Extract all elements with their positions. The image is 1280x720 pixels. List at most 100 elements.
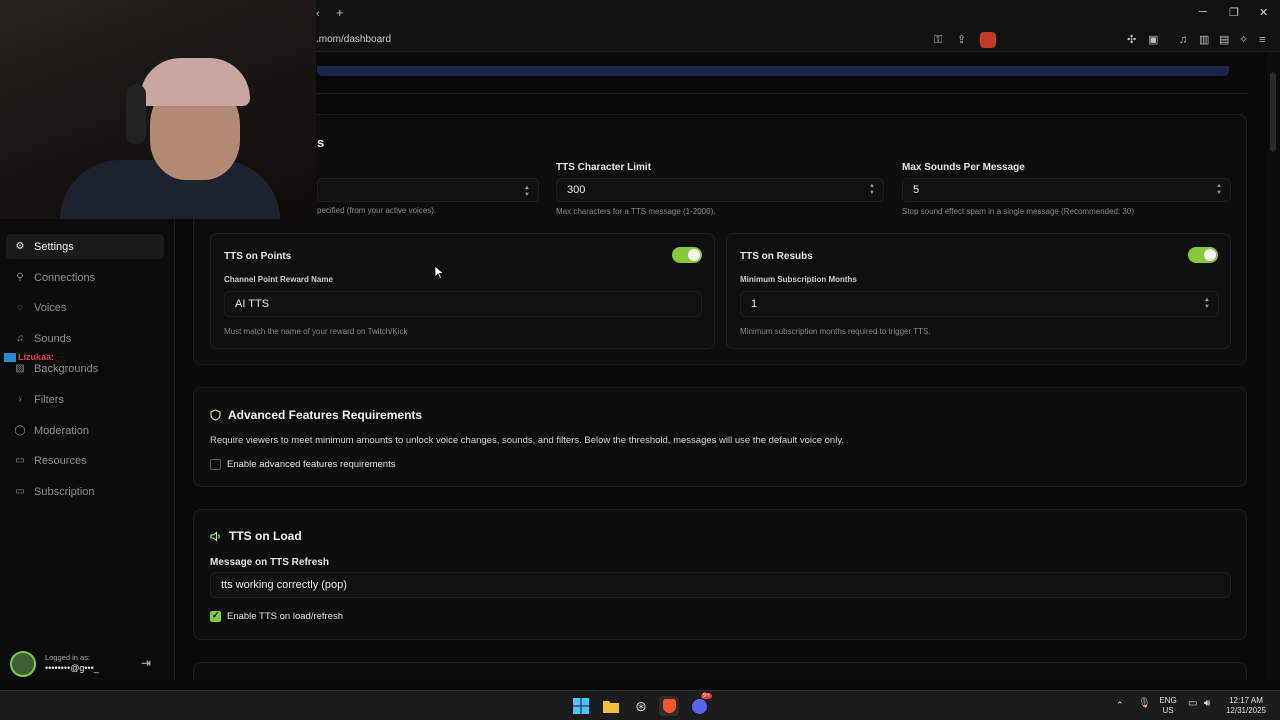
volume-icon[interactable]: 🔊︎ <box>1204 699 1210 709</box>
max-sounds-help: Stop sound effect spam in a single messa… <box>902 207 1134 216</box>
tts-resubs-toggle[interactable] <box>1188 247 1218 263</box>
refresh-message-label: Message on TTS Refresh <box>210 557 329 568</box>
clock-date: 12/31/2025 <box>1225 706 1267 715</box>
extensions-icon[interactable]: ✣ <box>1127 33 1136 47</box>
tray-chevron-icon[interactable]: ⌃ <box>1116 700 1124 710</box>
shield-icon <box>210 409 221 421</box>
book-icon: ▭ <box>15 455 25 466</box>
card-icon: ▭ <box>15 486 25 497</box>
min-months-help: Minimum subscription months required to … <box>740 327 931 336</box>
stepper-icon[interactable]: ▲ ▼ <box>1216 183 1222 197</box>
max-sounds-input[interactable]: 5 ▲ ▼ <box>902 178 1231 202</box>
network-icon[interactable]: ▭ <box>1188 699 1197 709</box>
speaker-icon <box>210 530 222 542</box>
sidebar-item-subscription[interactable]: ▭ Subscription <box>6 479 164 504</box>
min-months-value: 1 <box>751 298 758 310</box>
avatar[interactable] <box>10 651 36 677</box>
card-title: s <box>317 135 325 150</box>
tts-load-checkbox[interactable] <box>210 610 221 622</box>
minimize-icon[interactable]: ─ <box>1199 6 1207 18</box>
shield-icon: ◯ <box>14 425 26 436</box>
music-icon[interactable]: ♫ <box>1179 33 1187 47</box>
page-bottom <box>0 680 1280 690</box>
chevron-right-icon: › <box>18 394 22 405</box>
stepper-icon[interactable]: ▲ ▼ <box>869 183 875 197</box>
sidebar-item-sounds[interactable]: ♫ Sounds <box>6 326 164 351</box>
app-icon[interactable]: ⊛ <box>631 696 651 716</box>
discord-icon[interactable]: 9+ <box>689 693 712 716</box>
lang-bottom: US <box>1162 706 1174 715</box>
windows-taskbar: ⊛ 9+ ⌃ 🎙︎ ENG US ▭ 🔊︎ 12:17 AM 12/31/202… <box>0 690 1280 720</box>
microphone-icon[interactable]: 🎙︎ <box>1138 699 1151 709</box>
tts-load-card: TTS on Load Message on TTS Refresh tts w… <box>193 509 1247 640</box>
webcam-headphones <box>126 84 146 144</box>
chat-overlay: Lizukaa: <box>4 352 54 362</box>
reward-name-label: Channel Point Reward Name <box>224 275 333 284</box>
chat-username: Lizukaa: <box>18 352 55 362</box>
min-months-input[interactable]: 1 ▲ ▼ <box>740 291 1219 317</box>
clock-time: 12:17 AM <box>1229 696 1263 705</box>
language-indicator[interactable]: ENG US <box>1158 696 1178 716</box>
tts-points-title: TTS on Points <box>224 251 292 262</box>
sidebar: ⚙ Settings ⚲ Connections ◌ Voices ♫ Soun… <box>0 219 175 680</box>
sidebar-item-label: Backgrounds <box>34 362 99 375</box>
sidebar-item-voices[interactable]: ◌ Voices <box>6 295 164 320</box>
logout-icon[interactable]: ⇥ <box>141 656 151 670</box>
info-banner <box>317 66 1229 76</box>
sidebar-item-label: Sounds <box>34 332 72 345</box>
gear-icon: ⚙ <box>15 241 25 252</box>
share-icon[interactable]: ⇪ <box>957 33 966 47</box>
ai-icon[interactable]: ✧ <box>1239 33 1248 47</box>
brave-browser-icon[interactable] <box>659 696 679 716</box>
page-scrollbar[interactable] <box>1267 52 1280 680</box>
advanced-checkbox-label[interactable]: Enable advanced features requirements <box>227 459 395 470</box>
tab-icon[interactable]: ▣ <box>1148 33 1158 47</box>
logged-in-email: ••••••••@g•••_ <box>45 663 99 673</box>
url-text[interactable]: .mom/dashboard <box>316 34 391 45</box>
refresh-message-input[interactable]: tts working correctly (pop) <box>210 572 1231 598</box>
sidebar-item-settings[interactable]: ⚙ Settings <box>6 234 164 259</box>
sidebar-item-filters[interactable]: › Filters <box>6 387 164 412</box>
restore-icon[interactable]: ❐ <box>1229 6 1239 19</box>
reward-name-input[interactable]: AI TTS <box>224 291 702 317</box>
tts-resubs-title: TTS on Resubs <box>740 251 813 262</box>
reward-name-value: AI TTS <box>235 298 270 310</box>
max-sounds-label: Max Sounds Per Message <box>902 162 1025 173</box>
voice-help: pecified (from your active voices). <box>317 206 437 215</box>
voice-select[interactable]: ▲ ▼ <box>317 178 539 202</box>
sidebar-item-resources[interactable]: ▭ Resources <box>6 448 164 473</box>
sidebar-icon[interactable]: ▥ <box>1199 33 1209 47</box>
sidebar-item-connections[interactable]: ⚲ Connections <box>6 265 164 290</box>
brave-shield-icon[interactable] <box>980 32 996 48</box>
reward-name-help: Must match the name of your reward on Tw… <box>224 327 408 336</box>
scrollbar-thumb[interactable] <box>1270 72 1276 152</box>
tts-load-checkbox-label[interactable]: Enable TTS on load/refresh <box>227 611 343 622</box>
new-tab-button[interactable]: + <box>336 6 344 20</box>
windows-start-icon[interactable] <box>571 696 591 716</box>
select-arrows-icon: ▲ ▼ <box>524 185 530 198</box>
stepper-icon[interactable]: ▲ ▼ <box>1204 297 1210 311</box>
advanced-description: Require viewers to meet minimum amounts … <box>210 435 844 446</box>
divider <box>193 93 1248 94</box>
char-limit-input[interactable]: 300 ▲ ▼ <box>556 178 884 202</box>
sidebar-item-moderation[interactable]: ◯ Moderation <box>6 418 164 443</box>
link-icon: ⚲ <box>16 272 24 283</box>
menu-icon[interactable]: ≡ <box>1259 33 1265 47</box>
file-explorer-icon[interactable] <box>601 696 621 716</box>
advanced-checkbox[interactable] <box>210 459 221 470</box>
close-window-icon[interactable]: ✕ <box>1259 6 1268 19</box>
tab-scroll-left-icon[interactable]: ‹ <box>316 7 320 21</box>
lang-top: ENG <box>1159 696 1177 705</box>
sidebar-item-label: Settings <box>34 240 74 253</box>
tts-points-toggle[interactable] <box>672 247 702 263</box>
sidebar-item-label: Resources <box>34 454 87 467</box>
tts-load-title: TTS on Load <box>229 529 302 543</box>
wallet-icon[interactable]: ▤ <box>1219 33 1229 47</box>
advanced-title: Advanced Features Requirements <box>228 408 423 422</box>
sidebar-item-label: Subscription <box>34 485 95 498</box>
char-limit-value: 300 <box>567 184 586 196</box>
webcam-overlay <box>0 0 316 219</box>
key-icon[interactable]: ⚿ <box>934 33 942 47</box>
clock[interactable]: 12:17 AM 12/31/2025 <box>1222 696 1270 716</box>
refresh-message-value: tts working correctly (pop) <box>221 579 347 591</box>
